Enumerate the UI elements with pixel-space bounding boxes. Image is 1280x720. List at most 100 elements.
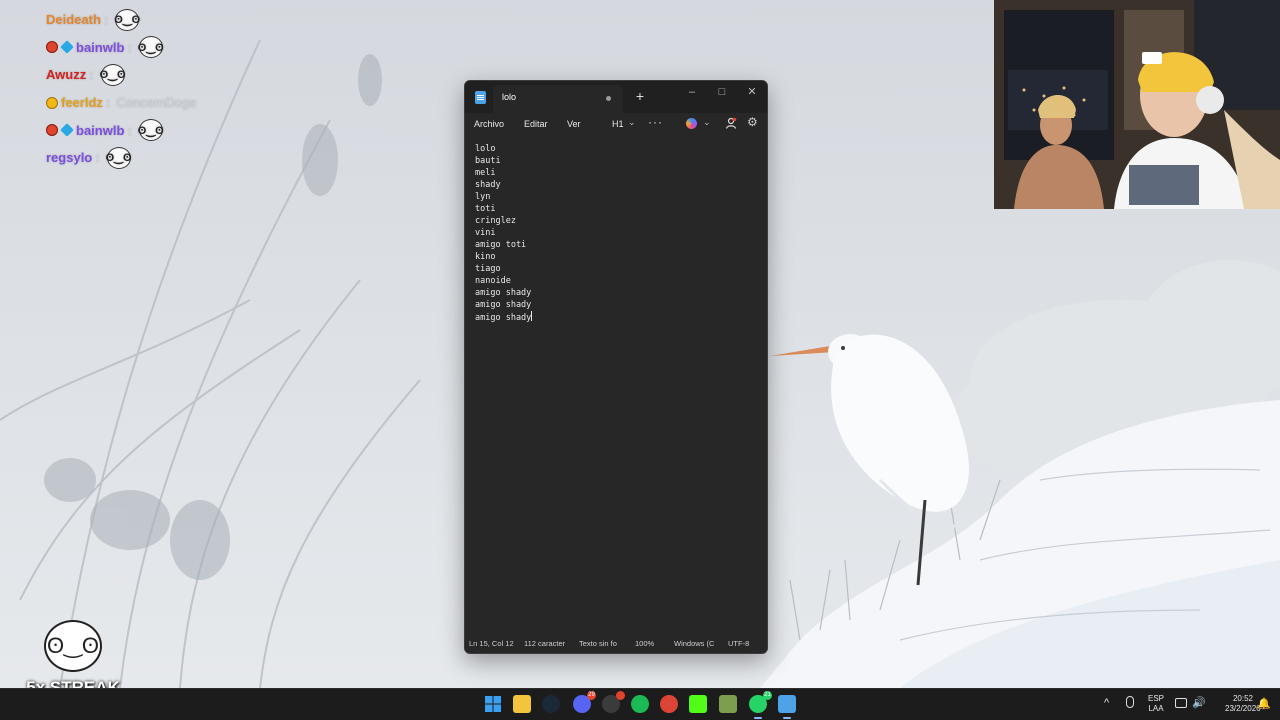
unsaved-dot-icon[interactable] (606, 96, 611, 101)
pogface-emote: ʘ‿ʘ (138, 36, 164, 59)
keyboard-layout: LAA (1148, 704, 1164, 713)
text-line-content: cringlez (475, 216, 516, 226)
text-line: lolo (475, 143, 757, 155)
gold-badge-icon (46, 96, 58, 109)
title-bar[interactable]: lolo + – □ ✕ (465, 81, 767, 113)
obs-icon[interactable] (602, 691, 625, 713)
streak-widget: ʘ‿ʘ 5x STREAK (18, 620, 128, 698)
text-line-content: amigo shady (475, 288, 532, 298)
text-line: amigo shady (475, 311, 757, 324)
file-explorer-icon[interactable] (513, 695, 531, 713)
whatsapp-icon[interactable]: 21 (749, 691, 772, 713)
text-line: lyn (475, 191, 757, 203)
microphone-icon[interactable] (1126, 696, 1134, 708)
text-line-content: meli (475, 168, 496, 178)
text-line-content: tiago (475, 264, 501, 274)
chat-message: regsylo: ʘ‿ʘ (46, 144, 246, 172)
maximize-button[interactable]: □ (707, 83, 737, 103)
text-line: bauti (475, 155, 757, 167)
clock-date: 23/2/2026 (1225, 704, 1261, 713)
minecraft-icon[interactable] (719, 695, 737, 713)
discord-icon[interactable]: 29 (573, 691, 596, 713)
chevron-down-icon[interactable]: ⌄ (628, 117, 636, 128)
more-options-button[interactable]: ··· (648, 115, 663, 129)
notifications-bell-icon[interactable]: 🔔 (1257, 697, 1271, 710)
running-indicator (754, 717, 762, 719)
encoding[interactable]: UTF-8 (728, 639, 754, 648)
input-language-indicator[interactable]: ESP LAA (1148, 694, 1164, 714)
text-line-content: amigo toti (475, 240, 527, 250)
status-bar: Ln 15, Col 12 112 caracter Texto sin fo … (465, 633, 767, 653)
chat-username: Deideath (46, 12, 101, 28)
text-line: shady (475, 179, 757, 191)
chat-message-text: ConcernDoge (116, 95, 197, 111)
heading-dropdown[interactable]: H1 (612, 119, 624, 129)
text-line: amigo shady (475, 287, 757, 299)
notification-badge: 29 (587, 691, 596, 700)
red-badge-icon (46, 41, 58, 54)
minimize-button[interactable]: – (677, 83, 707, 103)
chat-message: Deideath: ʘ‿ʘ (46, 6, 246, 34)
show-hidden-icons-button[interactable]: ^ (1104, 697, 1109, 709)
notification-badge (616, 691, 625, 700)
text-line-content: lolo (475, 144, 496, 154)
chat-separator: : (89, 67, 94, 83)
text-line: vini (475, 227, 757, 239)
pogface-emote: ʘ‿ʘ (138, 119, 164, 142)
stream-chat-overlay: Deideath: ʘ‿ʘ bainwlb: ʘ‿ʘ Awuzz: ʘ‿ʘ feerldz:… (46, 6, 246, 172)
pogface-emote: ʘ‿ʘ (114, 8, 140, 31)
clock[interactable]: 20:52 23/2/2026 (1225, 694, 1261, 714)
steam-icon[interactable] (542, 695, 560, 713)
text-line-content: bauti (475, 156, 501, 166)
chrome-icon[interactable] (660, 695, 678, 713)
text-line: kino (475, 251, 757, 263)
text-line: cringlez (475, 215, 757, 227)
text-format[interactable]: Texto sin fo (579, 639, 619, 648)
volume-icon[interactable]: 🔊 (1192, 696, 1206, 709)
menu-ver[interactable]: Ver (567, 119, 581, 129)
text-line: amigo toti (475, 239, 757, 251)
cursor-position: Ln 15, Col 12 (469, 639, 514, 648)
line-ending[interactable]: Windows (C (674, 639, 716, 648)
copilot-chevron-down-icon[interactable]: ⌄ (703, 117, 711, 128)
chat-separator: : (105, 95, 111, 111)
notepad-app-icon (475, 91, 486, 104)
text-editor-area[interactable]: lolo bauti meli shady lyn toti cringlez vini ami… (465, 137, 767, 635)
chat-separator: : (127, 122, 132, 138)
character-count: 112 caracter (524, 639, 566, 648)
text-line: amigo shady (475, 299, 757, 311)
text-line: nanoide (475, 275, 757, 287)
text-line: toti (475, 203, 757, 215)
zoom-level[interactable]: 100% (635, 639, 657, 648)
red-badge-icon (46, 124, 58, 137)
menu-archivo[interactable]: Archivo (474, 119, 504, 129)
kick-icon[interactable] (689, 695, 707, 713)
notepad-window[interactable]: lolo + – □ ✕ Archivo Editar Ver H1 ⌄ ···… (464, 80, 768, 654)
chat-message: bainwlb: ʘ‿ʘ (46, 34, 246, 62)
chat-separator: : (95, 150, 100, 166)
notification-badge: 21 (763, 691, 772, 700)
tab-lolo[interactable]: lolo (493, 85, 623, 113)
copilot-icon[interactable] (686, 118, 697, 129)
chat-message: Awuzz: ʘ‿ʘ (46, 61, 246, 89)
new-tab-button[interactable]: + (633, 88, 647, 104)
spotify-icon[interactable] (631, 695, 649, 713)
text-line-content: nanoide (475, 276, 511, 286)
text-line: meli (475, 167, 757, 179)
network-icon[interactable] (1175, 698, 1187, 708)
chat-separator: : (127, 39, 132, 55)
close-button[interactable]: ✕ (737, 83, 767, 103)
account-icon[interactable] (725, 117, 737, 129)
notepad-icon[interactable] (778, 695, 796, 713)
menu-editar[interactable]: Editar (524, 119, 548, 129)
settings-gear-icon[interactable]: ⚙ (747, 115, 758, 129)
pogface-emote: ʘ‿ʘ (44, 620, 102, 672)
text-line-content: amigo shady (475, 300, 532, 310)
pogface-emote: ʘ‿ʘ (100, 63, 126, 86)
text-cursor (531, 311, 533, 321)
text-line-content: lyn (475, 192, 491, 202)
language-code: ESP (1148, 694, 1165, 703)
text-line: tiago (475, 263, 757, 275)
start-icon[interactable] (484, 695, 502, 713)
chat-username: bainwlb (76, 122, 125, 138)
